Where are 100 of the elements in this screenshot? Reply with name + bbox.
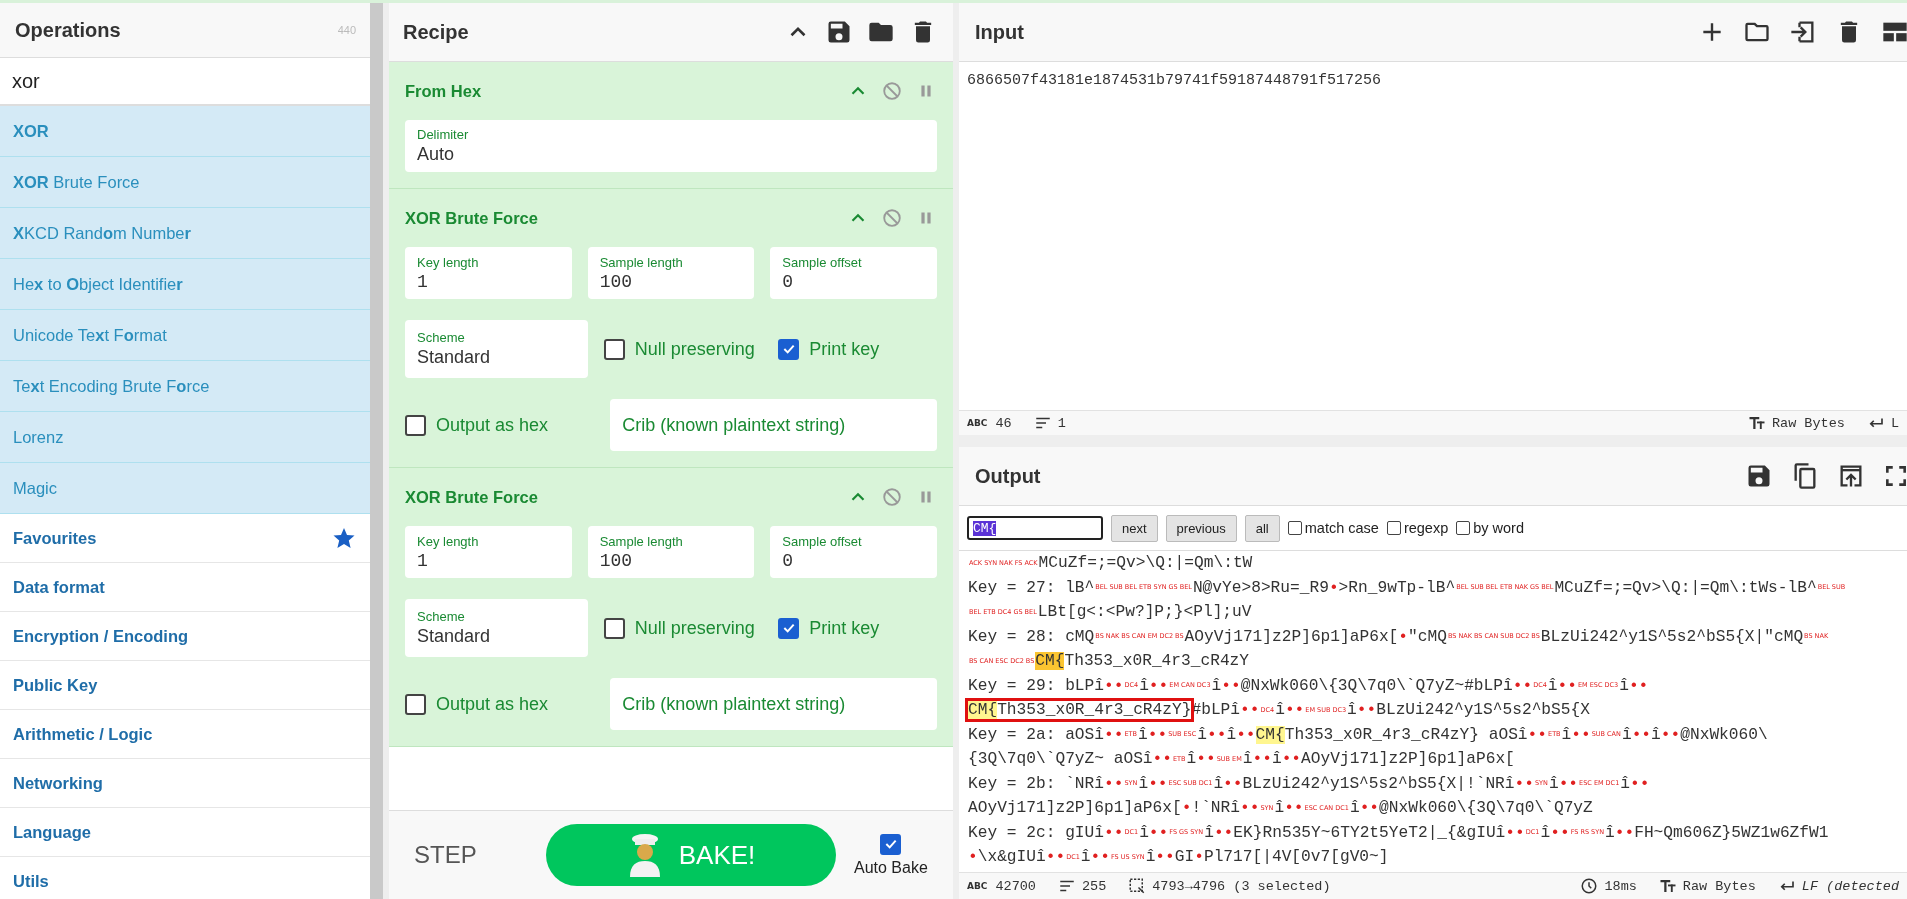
find-button[interactable]: previous [1165,514,1237,542]
field-label: Delimiter [417,127,470,142]
output-text: MCuZf=;=Qv>\Q:|=Qm\:tW [1038,554,1253,572]
argument-field[interactable]: Sample length 100 [587,526,755,578]
checkbox[interactable] [405,693,426,715]
output-text: @NxWk060\{3Q\7q0\`Q7yZ [1379,799,1593,817]
panel-title: Output [975,464,1042,488]
eol-label[interactable]: LF (detected [1801,878,1899,894]
encoding-label[interactable]: Raw Bytes [1682,878,1756,894]
field-label: Key length [417,533,480,549]
output-text: BLzUi242^y1S^5s2^bS5{X|!`NRî [1242,774,1515,793]
output-text: î [1621,725,1632,744]
operation-count: 440 [337,24,356,36]
output-text: MCuZf=;=Qv>\Q:|=Qm\:tWs-lB^ [1554,578,1817,597]
checkbox[interactable] [778,617,800,639]
crib-field[interactable]: Crib (known plaintext string) [610,678,937,730]
checkbox[interactable] [603,338,625,360]
dot-glyph: •• [1152,750,1172,768]
dot-glyph: •• [1240,799,1260,817]
category-label: Favourites [13,528,97,548]
length-count: 46 [995,415,1012,431]
checkbox-label: Null preserving [634,617,755,639]
field-label: Sample length [599,533,684,549]
output-text: N@vYe>8>Ru=_R9 [1192,578,1329,597]
field-label: Sample offset [782,254,863,270]
output-text: Pl717[|4V[0v7[gV0~] [1203,848,1389,866]
argument-field[interactable]: Scheme Standard [405,599,588,657]
output-text: î [1651,725,1661,744]
output-text: Th353_x0R_4r3_cR4zY} aOSî [1284,725,1528,744]
output-text: Key = 2b: `NRî [968,774,1104,793]
output-text: î [1349,799,1360,817]
dot-glyph: •• [1147,725,1168,744]
dot-glyph: •• [1631,725,1652,744]
output-text: î [1547,676,1558,695]
argument-field[interactable]: Sample offset 0 [770,526,937,578]
field-value: Standard [417,347,492,368]
output-text: î [1274,799,1285,817]
field-value: 1 [417,550,429,571]
line-count: 1 [1057,415,1066,431]
selection-icon [1128,877,1147,895]
argument-field[interactable]: Sample length 100 [587,247,755,299]
output-text: î [1139,676,1149,695]
checkbox[interactable] [603,617,625,639]
output-text: BLzUi242^y1S^5s2^bS5{X [1376,701,1590,719]
find-button[interactable]: next [1111,514,1158,542]
field-value: Standard [417,626,492,647]
panel-title: Recipe [403,20,470,44]
argument-field[interactable]: Scheme Standard [405,320,588,378]
length-icon: ABC [967,418,988,428]
checkbox[interactable] [405,414,426,436]
crib-field[interactable]: Crib (known plaintext string) [610,399,937,451]
checkbox[interactable] [1456,521,1471,535]
argument-field[interactable]: Delimiter Auto [405,120,937,172]
dot-glyph: •• [1284,799,1304,817]
output-text: î [1275,701,1285,719]
output-text: !`NRî [1191,799,1240,817]
field-label: Scheme [417,330,466,345]
field-value: Auto [417,144,456,165]
output-text: BLzUi242^y1S^5s2^bS5{X|"cMQ [1540,627,1804,646]
argument-field[interactable]: Key length 1 [405,247,572,299]
output-text: @NxWk060\{3Q\7q0\`Q7yZ~#bLPî [1240,676,1513,695]
copy-icon[interactable] [1791,462,1819,490]
step-button[interactable]: STEP [414,841,514,869]
dot-glyph: •• [1356,701,1377,719]
output-text: Th353_x0R_4r3_cR4zY} [997,701,1192,719]
find-field[interactable]: CM{ [967,516,1103,540]
dot-glyph: •• [1213,823,1234,842]
output-text: EK}Rn535Y~6TY2t5YeT2|_{&gIUî [1233,823,1506,842]
output-text: Key = 28: cMQ [968,627,1095,646]
checkbox[interactable] [778,338,800,360]
encoding-label[interactable]: Raw Bytes [1771,415,1845,431]
text-format-icon[interactable] [1747,414,1766,432]
checkbox[interactable] [880,833,902,855]
find-button[interactable]: all [1244,514,1280,542]
search-match: CM{ [968,701,998,719]
output-text: î [1605,823,1615,842]
dot-glyph: •• [1571,725,1591,744]
operation-title: XOR Brute Force [405,487,539,507]
fullscreen-icon[interactable] [1883,463,1907,489]
checkbox[interactable] [1287,521,1302,535]
output-text: î [1271,750,1282,768]
field-label: Scheme [417,609,466,624]
output-text: Th353_x0R_4r3_cR4zY [1064,652,1250,670]
dot-glyph: •• [1155,848,1175,866]
search-match: CM{ [1255,725,1285,744]
output-text: î [1620,774,1630,793]
panel-title: Operations [15,18,121,42]
argument-field[interactable]: Sample offset 0 [770,247,937,299]
output-text: Key = 27: lB^ [968,578,1095,597]
text-format-icon[interactable] [1658,877,1677,895]
line-count: 255 [1081,878,1107,894]
dot-glyph: •• [1628,676,1649,695]
argument-field[interactable]: Key length 1 [405,526,572,578]
output-text: AOyVj171]z2P]6p1]aP6x[ [968,799,1182,817]
output-text: î [1347,701,1357,719]
input-text[interactable]: 6866507f43181e1874531b79741f59187448791f517256 [959,62,1907,410]
checkbox[interactable] [1386,521,1401,535]
eol-label[interactable]: L [1890,415,1899,431]
dot-glyph: •• [1104,774,1124,793]
output-text: Key = 2c: gIUî [968,823,1104,842]
